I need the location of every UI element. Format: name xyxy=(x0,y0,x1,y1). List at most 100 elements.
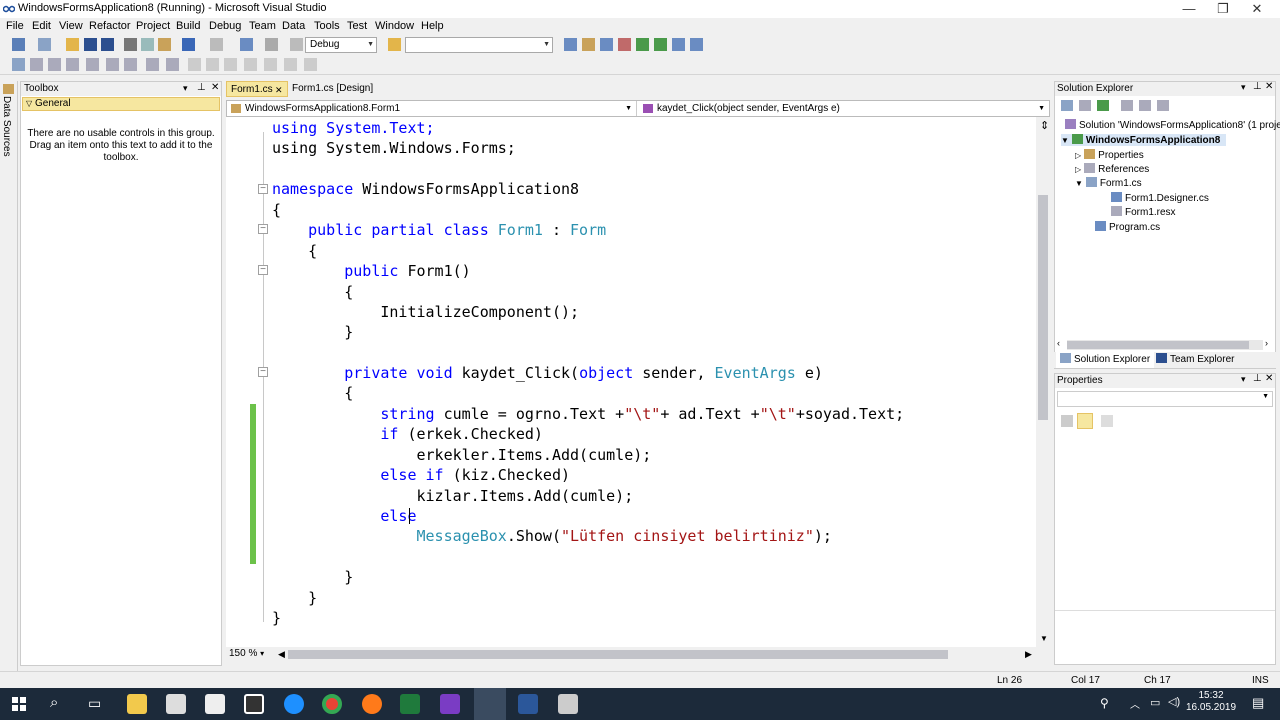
edge-icon[interactable] xyxy=(284,694,304,714)
object-select[interactable]: ▼ xyxy=(1057,391,1273,407)
notifications-icon[interactable]: ▤ xyxy=(1252,695,1264,711)
word-icon[interactable] xyxy=(518,694,538,714)
property-pages-icon[interactable] xyxy=(1101,415,1113,427)
pin-icon[interactable]: ⊥ xyxy=(1253,373,1262,384)
menu-window[interactable]: Window xyxy=(375,20,414,32)
scroll-down-icon[interactable]: ▼ xyxy=(1040,634,1048,643)
system-clock[interactable]: 15:32 16.05.2019 xyxy=(1186,690,1236,714)
close-icon[interactable]: ✕ xyxy=(211,82,219,93)
object-browser-icon[interactable] xyxy=(600,38,613,51)
menu-refactor[interactable]: Refactor xyxy=(89,20,131,32)
people-icon[interactable]: ⚲ xyxy=(1100,696,1109,710)
menu-file[interactable]: File xyxy=(6,20,24,32)
next-bookmark-icon[interactable] xyxy=(188,58,201,71)
redo-icon[interactable] xyxy=(210,38,223,51)
dropdown-icon[interactable]: ▾ xyxy=(183,83,188,94)
mail-icon[interactable] xyxy=(205,694,225,714)
solution-explorer-icon[interactable] xyxy=(564,38,577,51)
find-in-files-icon[interactable] xyxy=(388,38,401,51)
clear-bookmarks-icon[interactable] xyxy=(224,58,237,71)
menu-build[interactable]: Build xyxy=(176,20,200,32)
close-icon[interactable]: ✕ xyxy=(1265,81,1273,92)
extension-manager-icon[interactable] xyxy=(654,38,667,51)
outdent-icon[interactable] xyxy=(86,58,99,71)
tab-form1-design[interactable]: Form1.cs [Design] xyxy=(288,81,378,97)
tree-solution[interactable]: Solution 'WindowsFormsApplication8' (1 p… xyxy=(1065,119,1280,131)
alphabetical-icon[interactable] xyxy=(1077,413,1093,429)
members-list-icon[interactable] xyxy=(12,58,25,71)
menu-view[interactable]: View xyxy=(59,20,83,32)
undo-icon[interactable] xyxy=(182,38,195,51)
data-sources-tab[interactable]: Data Sources xyxy=(1,96,12,157)
split-icon[interactable]: ⇕ xyxy=(1040,119,1049,132)
complete-word-icon[interactable] xyxy=(66,58,79,71)
cut-icon[interactable] xyxy=(124,38,137,51)
find-combo[interactable]: ▼ xyxy=(405,37,553,53)
scroll-left-icon[interactable]: ◀ xyxy=(278,649,285,660)
menu-data[interactable]: Data xyxy=(282,20,305,32)
store-icon[interactable] xyxy=(166,694,186,714)
tree-form1-designer[interactable]: Form1.Designer.cs xyxy=(1111,192,1209,204)
menu-help[interactable]: Help xyxy=(421,20,444,32)
close-button[interactable]: ✕ xyxy=(1240,0,1274,18)
menu-project[interactable]: Project xyxy=(136,20,170,32)
show-all-files-icon[interactable] xyxy=(1079,100,1091,111)
tab-form1-cs[interactable]: Form1.cs ✕ xyxy=(226,81,288,97)
tree-form1-cs[interactable]: ▼ Form1.cs xyxy=(1075,177,1142,189)
prev-bookmark-icon[interactable] xyxy=(206,58,219,71)
navigate-forward-icon[interactable] xyxy=(265,38,278,51)
dropdown-icon[interactable]: ▾ xyxy=(1241,374,1246,385)
vertical-scroll-thumb[interactable] xyxy=(1038,195,1048,420)
prev-bookmark-folder-icon[interactable] xyxy=(264,58,277,71)
restore-button[interactable]: ❐ xyxy=(1206,0,1240,18)
tree-form1-resx[interactable]: Form1.resx xyxy=(1111,206,1176,218)
menu-test[interactable]: Test xyxy=(347,20,367,32)
toolbox-group-general[interactable]: ▽ General xyxy=(22,97,220,111)
visual-studio-2010-taskbar-icon[interactable] xyxy=(474,688,506,720)
dropdown-icon[interactable]: ▾ xyxy=(1241,82,1246,93)
app-icon[interactable] xyxy=(558,694,578,714)
menu-edit[interactable]: Edit xyxy=(32,20,51,32)
other-windows-icon[interactable] xyxy=(690,38,703,51)
navigate-back-icon[interactable] xyxy=(240,38,253,51)
paste-icon[interactable] xyxy=(158,38,171,51)
tree-references[interactable]: ▷ References xyxy=(1075,163,1149,175)
volume-icon[interactable]: ◁) xyxy=(1168,695,1180,708)
chevron-up-icon[interactable]: ︿ xyxy=(1130,696,1140,711)
next-bookmark-folder-icon[interactable] xyxy=(244,58,257,71)
view-designer-icon[interactable] xyxy=(1139,100,1151,111)
class-diagram-icon[interactable] xyxy=(1157,100,1169,111)
comment-icon[interactable] xyxy=(124,58,137,71)
collapse-namespace-icon[interactable]: − xyxy=(258,184,268,194)
tab-team-explorer[interactable]: Team Explorer xyxy=(1152,352,1238,368)
close-icon[interactable]: ✕ xyxy=(275,82,283,98)
windows-start-icon[interactable] xyxy=(12,697,26,711)
scroll-left-icon[interactable]: ‹ xyxy=(1057,338,1060,348)
copy-icon[interactable] xyxy=(141,38,154,51)
pin-icon[interactable]: ⊥ xyxy=(197,82,206,93)
view-code-icon[interactable] xyxy=(1121,100,1133,111)
menu-team[interactable]: Team xyxy=(249,20,276,32)
horizontal-scroll-thumb[interactable] xyxy=(1067,341,1249,349)
class-select[interactable]: WindowsFormsApplication8.Form1 ▼ xyxy=(227,101,637,116)
refresh-icon[interactable] xyxy=(1097,100,1109,111)
save-all-icon[interactable] xyxy=(101,38,114,51)
menu-debug[interactable]: Debug xyxy=(209,20,241,32)
visual-studio-code-icon[interactable] xyxy=(440,694,460,714)
excel-icon[interactable] xyxy=(400,694,420,714)
horizontal-scroll-thumb[interactable] xyxy=(288,650,948,659)
firefox-icon[interactable] xyxy=(362,694,382,714)
security-icon[interactable] xyxy=(244,694,264,714)
solution-configuration-select[interactable]: Debug ▼ xyxy=(305,37,377,53)
toolbox-icon[interactable] xyxy=(618,38,631,51)
categorized-icon[interactable] xyxy=(1061,415,1073,427)
menu-tools[interactable]: Tools xyxy=(314,20,340,32)
command-window-icon[interactable] xyxy=(672,38,685,51)
task-view-icon[interactable]: ▭ xyxy=(88,695,101,712)
tree-program-cs[interactable]: Program.cs xyxy=(1095,221,1160,233)
properties-icon[interactable] xyxy=(1061,100,1073,111)
indent-icon[interactable] xyxy=(106,58,119,71)
parameter-info-icon[interactable] xyxy=(30,58,43,71)
minimize-button[interactable]: — xyxy=(1172,0,1206,18)
bookmark-document-icon[interactable] xyxy=(284,58,297,71)
